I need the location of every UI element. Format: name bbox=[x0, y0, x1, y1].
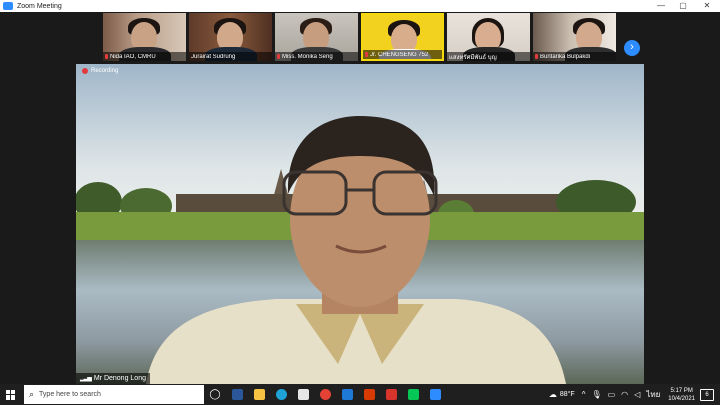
windows-logo-icon bbox=[6, 389, 16, 400]
windows-taskbar: ⌕ Type here to search ◯ ☁ 88°F ^ 🎙 ▭ ◠ ◁… bbox=[0, 384, 720, 405]
volume-icon[interactable]: ◁ bbox=[634, 390, 640, 399]
participant-name: Nida IAO, CMRU bbox=[110, 53, 156, 60]
language-indicator[interactable]: ไทย bbox=[646, 388, 660, 401]
weather-temp[interactable]: 88°F bbox=[560, 391, 575, 398]
microphone-icon[interactable]: 🎙 bbox=[591, 390, 601, 399]
mic-muted-icon bbox=[535, 54, 538, 59]
clock-date: 10/4/2021 bbox=[668, 395, 695, 402]
participant-name: แสงทรัศมีพันธ์ บุญ bbox=[449, 54, 497, 61]
window-title: Zoom Meeting bbox=[17, 2, 62, 10]
search-icon: ⌕ bbox=[29, 389, 35, 399]
participant-name: Jr. CHENGSENG 752 bbox=[370, 51, 429, 58]
recording-indicator: Recording bbox=[82, 68, 118, 74]
next-page-icon[interactable]: › bbox=[624, 40, 640, 56]
start-button[interactable] bbox=[0, 384, 22, 405]
clock-time: 5:17 PM bbox=[670, 387, 693, 394]
speaker-name: Mr Denong Long bbox=[93, 375, 146, 382]
participant-tile[interactable]: Jurairat Sudrung bbox=[189, 13, 272, 61]
office-icon[interactable] bbox=[358, 384, 380, 405]
mic-muted-icon bbox=[105, 54, 108, 59]
participant-tile[interactable]: แสงทรัศมีพันธ์ บุญ bbox=[447, 13, 530, 61]
zoom-taskbar-icon[interactable] bbox=[424, 384, 446, 405]
chevron-up-icon[interactable]: ^ bbox=[582, 390, 586, 399]
gallery-strip: Nida IAO, CMRU Jurairat Sudrung Miss. Mo… bbox=[0, 12, 720, 62]
line-app-icon[interactable] bbox=[402, 384, 424, 405]
taskbar-search[interactable]: ⌕ Type here to search bbox=[24, 385, 204, 404]
close-button[interactable]: ✕ bbox=[696, 0, 718, 12]
speaker-figure bbox=[146, 116, 566, 384]
chrome-icon[interactable] bbox=[314, 384, 336, 405]
acrobat-icon[interactable] bbox=[380, 384, 402, 405]
recording-icon bbox=[82, 68, 88, 74]
maximize-button[interactable]: ▢ bbox=[672, 0, 694, 12]
participant-tile[interactable]: Buntarika Bulpakdi bbox=[533, 13, 616, 61]
wifi-icon[interactable]: ◠ bbox=[621, 390, 628, 399]
system-tray: ☁ 88°F ^ 🎙 ▭ ◠ ◁ ไทย 5:17 PM 10/4/2021 6 bbox=[546, 384, 720, 405]
active-speaker-video: Recording ▂▃▅ Mr Denong Long bbox=[76, 64, 644, 384]
participant-tile[interactable]: Nida IAO, CMRU bbox=[103, 13, 186, 61]
mail-icon[interactable] bbox=[336, 384, 358, 405]
battery-icon[interactable]: ▭ bbox=[608, 390, 616, 399]
clock[interactable]: 5:17 PM 10/4/2021 bbox=[668, 387, 695, 403]
speaker-name-badge: ▂▃▅ Mr Denong Long bbox=[76, 373, 150, 384]
zoom-app-icon bbox=[3, 2, 13, 10]
store-icon[interactable] bbox=[292, 384, 314, 405]
file-explorer-icon[interactable] bbox=[248, 384, 270, 405]
title-bar: Zoom Meeting — ▢ ✕ bbox=[0, 0, 720, 12]
recording-label: Recording bbox=[91, 68, 119, 74]
edge-icon[interactable] bbox=[270, 384, 292, 405]
weather-icon: ☁ bbox=[548, 390, 557, 399]
signal-strength-icon: ▂▃▅ bbox=[80, 376, 92, 382]
search-placeholder: Type here to search bbox=[39, 391, 101, 398]
participant-tile-active[interactable]: Jr. CHENGSENG 752 bbox=[361, 13, 444, 61]
word-icon[interactable] bbox=[226, 384, 248, 405]
task-view-icon[interactable]: ◯ bbox=[204, 384, 226, 405]
notification-icon[interactable]: 6 bbox=[700, 388, 714, 401]
participant-tile[interactable]: Miss. Monika Seng bbox=[275, 13, 358, 61]
participant-name: Miss. Monika Seng bbox=[282, 53, 333, 60]
minimize-button[interactable]: — bbox=[650, 0, 672, 12]
mic-muted-icon bbox=[277, 54, 280, 59]
participant-name: Buntarika Bulpakdi bbox=[540, 53, 591, 60]
mic-muted-icon bbox=[365, 52, 368, 57]
participant-name: Jurairat Sudrung bbox=[191, 53, 236, 60]
